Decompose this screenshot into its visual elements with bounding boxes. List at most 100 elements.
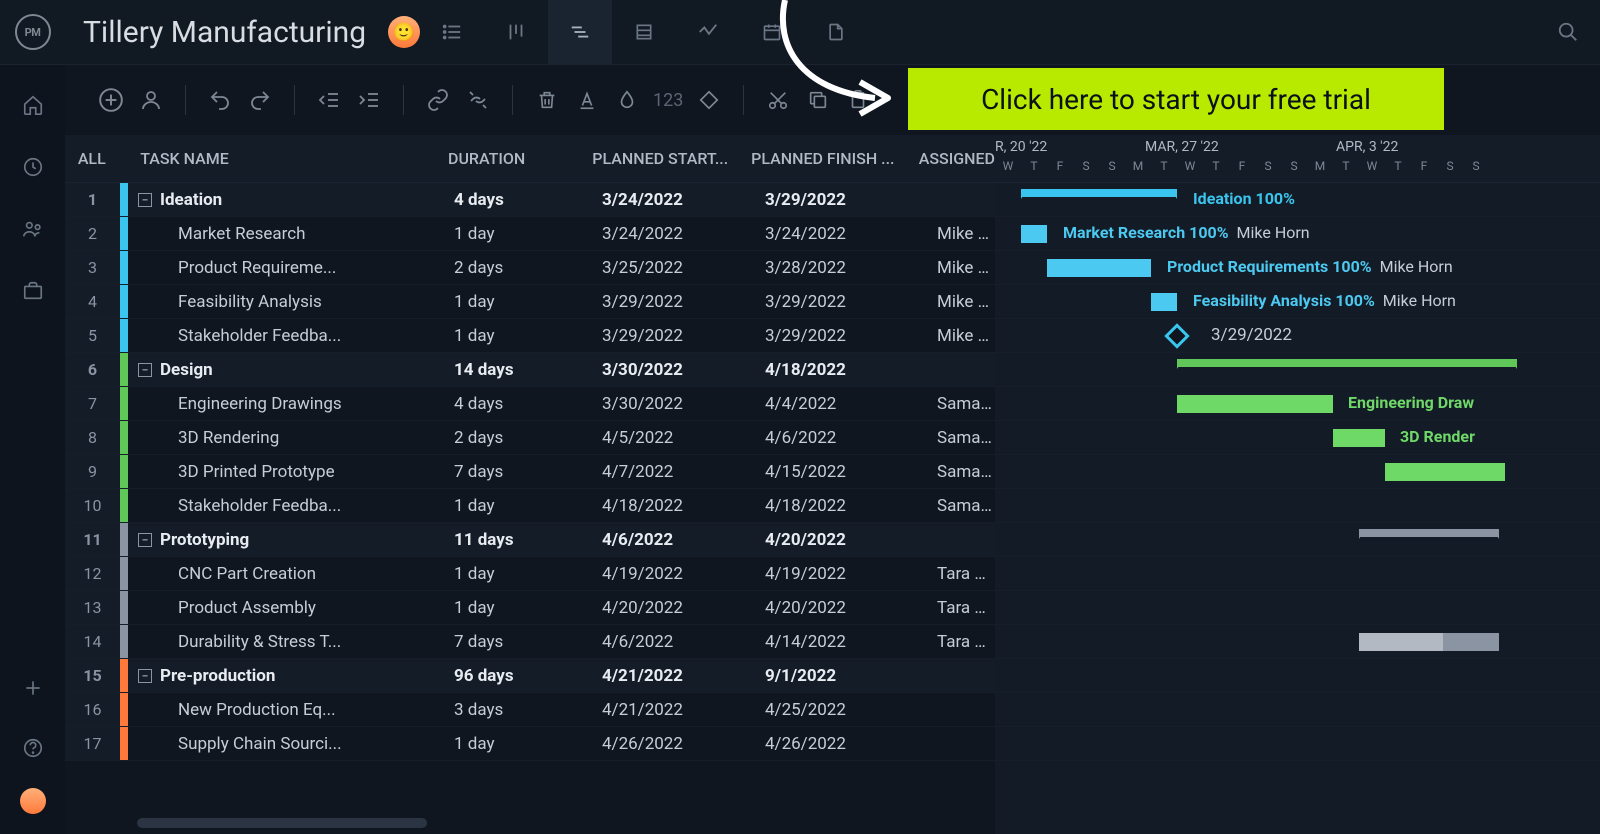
task-row[interactable]: 12CNC Part Creation1 day4/19/20224/19/20… bbox=[65, 557, 995, 591]
indent-button[interactable] bbox=[351, 82, 387, 118]
toolbar-number-display[interactable]: 123 bbox=[653, 90, 683, 111]
gantt-row[interactable] bbox=[995, 353, 1600, 387]
gantt-task-bar[interactable] bbox=[1333, 429, 1385, 447]
row-number[interactable]: 14 bbox=[65, 625, 120, 658]
planned-finish-cell[interactable]: 3/28/2022 bbox=[757, 258, 929, 278]
planned-start-cell[interactable]: 4/6/2022 bbox=[594, 530, 757, 550]
task-name-cell[interactable]: New Production Eq... bbox=[128, 700, 446, 720]
collapse-icon[interactable]: − bbox=[138, 363, 152, 377]
gantt-row[interactable] bbox=[995, 557, 1600, 591]
row-number[interactable]: 16 bbox=[65, 693, 120, 726]
planned-start-cell[interactable]: 4/6/2022 bbox=[594, 632, 757, 652]
task-row[interactable]: 2Market Research1 day3/24/20223/24/2022M… bbox=[65, 217, 995, 251]
copy-button[interactable] bbox=[800, 82, 836, 118]
task-row[interactable]: 83D Rendering2 days4/5/20224/6/2022Saman… bbox=[65, 421, 995, 455]
gantt-summary-bar[interactable] bbox=[1177, 359, 1517, 367]
row-number[interactable]: 13 bbox=[65, 591, 120, 624]
duration-cell[interactable]: 1 day bbox=[446, 224, 594, 244]
planned-finish-cell[interactable]: 4/18/2022 bbox=[757, 496, 929, 516]
task-row[interactable]: 5Stakeholder Feedba...1 day3/29/20223/29… bbox=[65, 319, 995, 353]
duration-cell[interactable]: 3 days bbox=[446, 700, 594, 720]
task-name-cell[interactable]: Product Assembly bbox=[128, 598, 446, 618]
gantt-row[interactable]: 3D Render bbox=[995, 421, 1600, 455]
task-name-cell[interactable]: Feasibility Analysis bbox=[128, 292, 446, 312]
task-name-cell[interactable]: 3D Rendering bbox=[128, 428, 446, 448]
user-avatar-icon[interactable] bbox=[20, 788, 46, 814]
view-tab-sheet[interactable] bbox=[612, 0, 676, 65]
portfolio-icon[interactable] bbox=[13, 271, 53, 311]
row-number[interactable]: 10 bbox=[65, 489, 120, 522]
assigned-cell[interactable]: Samantha Cu bbox=[929, 496, 995, 516]
row-number[interactable]: 11 bbox=[65, 523, 120, 556]
add-task-button[interactable] bbox=[93, 82, 129, 118]
task-row[interactable]: 3Product Requireme...2 days3/25/20223/28… bbox=[65, 251, 995, 285]
planned-start-cell[interactable]: 3/24/2022 bbox=[594, 224, 757, 244]
duration-cell[interactable]: 4 days bbox=[446, 394, 594, 414]
milestone-icon[interactable] bbox=[1164, 323, 1189, 348]
collapse-icon[interactable]: − bbox=[138, 533, 152, 547]
header-assigned[interactable]: ASSIGNED bbox=[911, 149, 995, 168]
header-all[interactable]: ALL bbox=[65, 149, 119, 168]
planned-finish-cell[interactable]: 4/6/2022 bbox=[757, 428, 929, 448]
assigned-cell[interactable]: Mike Horn bbox=[929, 224, 995, 244]
gantt-row[interactable] bbox=[995, 659, 1600, 693]
task-row[interactable]: 10Stakeholder Feedba...1 day4/18/20224/1… bbox=[65, 489, 995, 523]
task-name-cell[interactable]: Supply Chain Sourci... bbox=[128, 734, 446, 754]
planned-start-cell[interactable]: 4/7/2022 bbox=[594, 462, 757, 482]
row-number[interactable]: 12 bbox=[65, 557, 120, 590]
assigned-cell[interactable]: Samantha Cu bbox=[929, 394, 995, 414]
redo-button[interactable] bbox=[242, 82, 278, 118]
planned-start-cell[interactable]: 4/21/2022 bbox=[594, 700, 757, 720]
gantt-task-bar[interactable] bbox=[1047, 259, 1151, 277]
team-icon[interactable] bbox=[13, 209, 53, 249]
planned-finish-cell[interactable]: 4/18/2022 bbox=[757, 360, 929, 380]
unlink-button[interactable] bbox=[460, 82, 496, 118]
fill-color-button[interactable] bbox=[609, 82, 645, 118]
planned-finish-cell[interactable]: 4/4/2022 bbox=[757, 394, 929, 414]
gantt-row[interactable] bbox=[995, 455, 1600, 489]
planned-finish-cell[interactable]: 3/24/2022 bbox=[757, 224, 929, 244]
duration-cell[interactable]: 1 day bbox=[446, 326, 594, 346]
horizontal-scrollbar[interactable] bbox=[137, 818, 427, 828]
task-name-cell[interactable]: Stakeholder Feedba... bbox=[128, 496, 446, 516]
help-icon[interactable] bbox=[13, 728, 53, 768]
header-task-name[interactable]: TASK NAME bbox=[130, 149, 440, 168]
assigned-cell[interactable]: Tara Washing bbox=[929, 564, 995, 584]
planned-start-cell[interactable]: 4/19/2022 bbox=[594, 564, 757, 584]
task-row[interactable]: 17Supply Chain Sourci...1 day4/26/20224/… bbox=[65, 727, 995, 761]
planned-start-cell[interactable]: 4/20/2022 bbox=[594, 598, 757, 618]
gantt-row[interactable] bbox=[995, 591, 1600, 625]
text-color-button[interactable] bbox=[569, 82, 605, 118]
planned-finish-cell[interactable]: 3/29/2022 bbox=[757, 190, 929, 210]
row-number[interactable]: 15 bbox=[65, 659, 120, 692]
free-trial-cta-button[interactable]: Click here to start your free trial bbox=[908, 68, 1444, 130]
outdent-button[interactable] bbox=[311, 82, 347, 118]
assigned-cell[interactable]: Mike Horn bbox=[929, 258, 995, 278]
assigned-cell[interactable]: Tara Washing bbox=[929, 632, 995, 652]
duration-cell[interactable]: 7 days bbox=[446, 462, 594, 482]
search-button[interactable] bbox=[1535, 0, 1600, 65]
planned-start-cell[interactable]: 4/26/2022 bbox=[594, 734, 757, 754]
duration-cell[interactable]: 11 days bbox=[446, 530, 594, 550]
duration-cell[interactable]: 96 days bbox=[446, 666, 594, 686]
link-button[interactable] bbox=[420, 82, 456, 118]
task-row[interactable]: 1−Ideation4 days3/24/20223/29/2022 bbox=[65, 183, 995, 217]
gantt-row[interactable]: Product Requirements100%Mike Horn bbox=[995, 251, 1600, 285]
gantt-timeline[interactable]: R, 20 '22MAR, 27 '22APR, 3 '22 WTFSSMTWT… bbox=[995, 135, 1600, 834]
planned-finish-cell[interactable]: 4/20/2022 bbox=[757, 530, 929, 550]
task-row[interactable]: 14Durability & Stress T...7 days4/6/2022… bbox=[65, 625, 995, 659]
row-number[interactable]: 8 bbox=[65, 421, 120, 454]
row-number[interactable]: 17 bbox=[65, 727, 120, 760]
row-number[interactable]: 4 bbox=[65, 285, 120, 318]
planned-start-cell[interactable]: 3/30/2022 bbox=[594, 394, 757, 414]
task-name-cell[interactable]: 3D Printed Prototype bbox=[128, 462, 446, 482]
milestone-button[interactable] bbox=[691, 82, 727, 118]
planned-start-cell[interactable]: 4/21/2022 bbox=[594, 666, 757, 686]
assigned-cell[interactable]: Mike Horn bbox=[929, 326, 995, 346]
header-duration[interactable]: DURATION bbox=[440, 149, 584, 168]
planned-finish-cell[interactable]: 9/1/2022 bbox=[757, 666, 929, 686]
gantt-row[interactable] bbox=[995, 625, 1600, 659]
gantt-task-bar[interactable] bbox=[1359, 633, 1499, 651]
planned-finish-cell[interactable]: 4/20/2022 bbox=[757, 598, 929, 618]
gantt-task-bar[interactable] bbox=[1151, 293, 1177, 311]
